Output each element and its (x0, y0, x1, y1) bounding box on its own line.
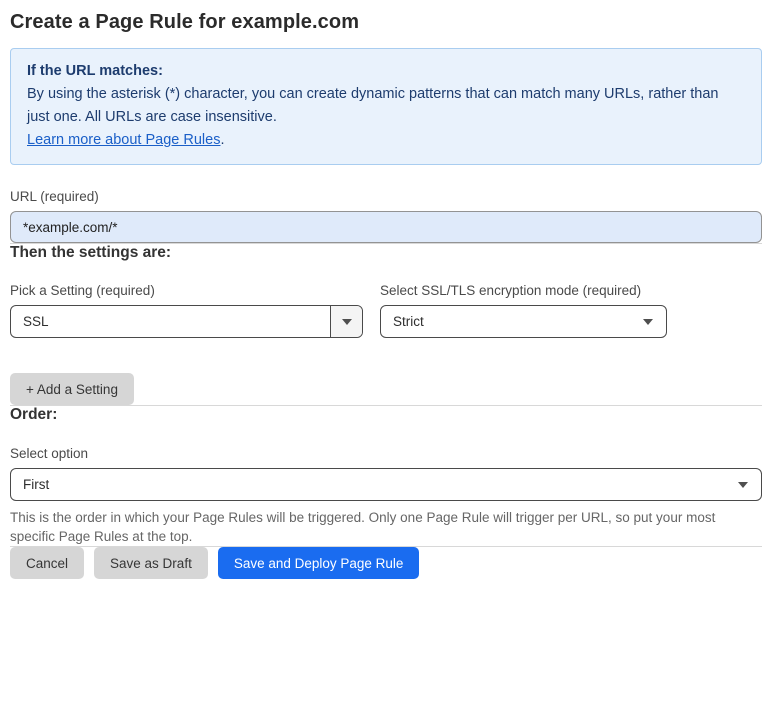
pick-setting-dropdown-button[interactable] (330, 306, 362, 337)
link-suffix-period: . (220, 132, 225, 148)
chevron-down-icon (738, 481, 748, 488)
order-select-label: Select option (10, 446, 89, 461)
learn-more-page-rules-link[interactable]: Learn more about Page Rules (27, 132, 220, 148)
create-page-rule-form: Create a Page Rule for example.com If th… (0, 0, 772, 593)
order-select-value: First (23, 477, 50, 492)
encryption-mode-group: Select SSL/TLS encryption mode (required… (380, 283, 667, 338)
encryption-mode-select[interactable]: Strict (380, 305, 667, 338)
info-box-heading: If the URL matches: (27, 63, 163, 79)
pick-setting-group: Pick a Setting (required) SSL (10, 283, 363, 338)
page-title: Create a Page Rule for example.com (10, 11, 360, 33)
pick-setting-label: Pick a Setting (required) (10, 283, 155, 298)
chevron-down-icon (341, 318, 352, 325)
add-setting-button[interactable]: + Add a Setting (10, 373, 134, 405)
order-select[interactable]: First (10, 468, 762, 501)
pick-setting-select[interactable]: SSL (10, 305, 363, 338)
settings-section-heading: Then the settings are: (10, 244, 172, 261)
url-label: URL (required) (10, 189, 99, 204)
encryption-mode-label: Select SSL/TLS encryption mode (required… (380, 283, 642, 298)
pick-setting-select-value: SSL (23, 314, 49, 329)
info-box-body: By using the asterisk (*) character, you… (27, 86, 719, 125)
url-field-group: URL (required) (10, 189, 762, 243)
url-input[interactable] (10, 211, 762, 243)
encryption-mode-select-value: Strict (393, 314, 424, 329)
order-section-heading: Order: (10, 406, 58, 423)
footer-actions: Cancel Save as Draft Save and Deploy Pag… (10, 547, 762, 579)
info-box-link-line: Learn more about Page Rules. (27, 129, 745, 152)
cancel-button[interactable]: Cancel (10, 547, 85, 579)
chevron-down-icon (643, 318, 653, 325)
settings-selects-row: Pick a Setting (required) SSL Select SSL… (10, 283, 762, 338)
order-help-text: This is the order in which your Page Rul… (10, 510, 716, 544)
save-and-deploy-button[interactable]: Save and Deploy Page Rule (217, 547, 420, 579)
url-match-info-box: If the URL matches: By using the asteris… (10, 48, 762, 165)
save-as-draft-button[interactable]: Save as Draft (94, 547, 208, 579)
order-select-group: Select option First This is the order in… (10, 446, 762, 546)
